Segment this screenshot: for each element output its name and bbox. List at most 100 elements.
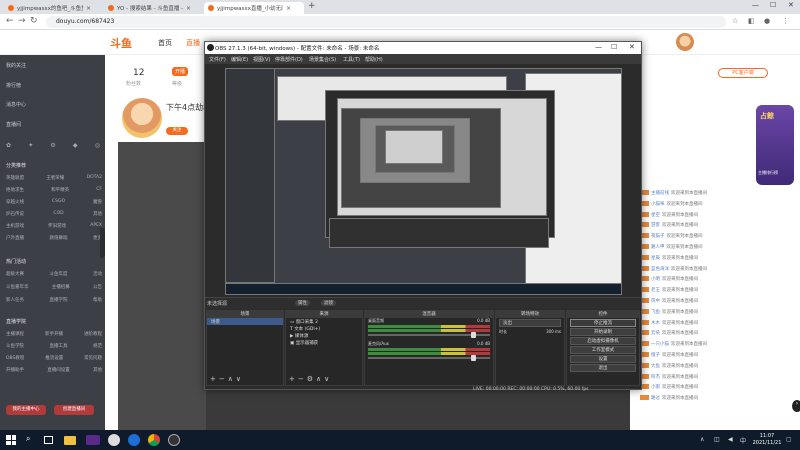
chat-username[interactable]: 老王 — [651, 288, 660, 293]
academy-link[interactable]: 直播工具 — [50, 343, 68, 349]
chat-username[interactable]: 路人甲 — [651, 245, 665, 250]
settings-gear-icon[interactable]: ⚙ — [307, 375, 316, 383]
sidebar-item[interactable]: 直播间 — [6, 121, 21, 128]
menu-file[interactable]: 文件(F) — [209, 56, 226, 63]
browser-tab[interactable]: YO - 搜索结果 - 斗鱼直播 - 提行 × — [104, 2, 200, 14]
chat-username[interactable]: 夜猫子 — [651, 234, 665, 239]
menu-edit[interactable]: 编辑(E) — [231, 56, 248, 63]
academy-link[interactable]: 斗鱼学院 — [6, 343, 24, 349]
scene-item[interactable]: 场景 — [207, 318, 283, 325]
source-item[interactable]: ▣ 显示器捕获 — [286, 339, 362, 346]
ime-icon[interactable]: 中 — [740, 436, 746, 445]
academy-link[interactable]: OBS教程 — [6, 355, 24, 361]
rank-promo-banner[interactable]: 占鲸 主播排行榜 — [756, 105, 794, 185]
chat-username[interactable]: 阿杰 — [651, 375, 660, 380]
chat-username[interactable]: 路过 — [651, 396, 660, 401]
slider-knob[interactable] — [471, 355, 476, 361]
add-icon[interactable]: + — [210, 375, 219, 383]
menu-kebab-icon[interactable]: ⋮ — [782, 17, 789, 25]
category-link[interactable]: 英雄联盟 — [6, 175, 24, 181]
back-icon[interactable]: ← — [6, 16, 14, 26]
minimize-icon[interactable]: — — [752, 1, 759, 9]
maximize-icon[interactable]: ☐ — [611, 43, 617, 51]
close-tab-icon[interactable]: × — [86, 5, 91, 12]
remove-icon[interactable]: − — [298, 375, 307, 383]
game-icon[interactable]: ◆ — [73, 142, 78, 149]
academy-link[interactable]: 开播助手 — [6, 367, 24, 373]
start-recording-button[interactable]: 开始录制 — [570, 328, 636, 336]
minimize-icon[interactable]: — — [595, 43, 602, 51]
category-link[interactable]: 穿越火线 — [6, 199, 24, 205]
gift-icon[interactable]: ✿ — [6, 142, 11, 149]
chat-username[interactable]: 星辰 — [651, 256, 660, 261]
down-icon[interactable]: ∨ — [324, 375, 332, 383]
virtual-camera-button[interactable]: 启动虚拟摄像机 — [570, 337, 636, 345]
category-link[interactable]: 和平精英 — [51, 187, 69, 193]
windows-start-icon[interactable] — [6, 435, 16, 445]
reload-icon[interactable]: ↻ — [30, 16, 38, 26]
exit-button[interactable]: 退出 — [570, 364, 636, 372]
sidebar-item[interactable]: 排行榜 — [6, 82, 21, 89]
event-link[interactable]: 新人任务 — [6, 297, 24, 303]
settings-button[interactable]: 设置 — [570, 355, 636, 363]
user-avatar[interactable] — [676, 33, 694, 51]
event-link[interactable]: 直播学院 — [50, 297, 68, 303]
academy-link[interactable]: 常见问题 — [84, 355, 102, 361]
studio-mode-button[interactable]: 工作室模式 — [570, 346, 636, 354]
category-link[interactable]: 颜值舞蹈 — [50, 235, 68, 241]
academy-link[interactable]: 主播课程 — [6, 331, 24, 337]
event-link[interactable]: 超级大赛 — [6, 271, 24, 277]
network-icon[interactable]: ◫ — [714, 436, 720, 443]
category-link[interactable]: CSGO — [52, 199, 65, 205]
profile-icon[interactable]: ● — [764, 17, 770, 25]
remove-icon[interactable]: − — [219, 375, 228, 383]
down-icon[interactable]: ∨ — [236, 375, 244, 383]
sidebar-item[interactable]: 消息中心 — [6, 101, 26, 108]
event-link[interactable]: 主播招募 — [52, 284, 70, 290]
browser-taskbar-icon[interactable] — [128, 434, 140, 446]
menu-scene-collection[interactable]: 场景集合(S) — [309, 56, 336, 63]
nav-live[interactable]: 直播 — [186, 38, 200, 48]
transition-select[interactable]: 淡出 — [499, 319, 561, 327]
chat-username[interactable]: 游客 — [651, 223, 660, 228]
chat-username[interactable]: 小明 — [651, 277, 660, 282]
source-item[interactable]: ▭ 窗口采集 2 — [286, 318, 362, 325]
chat-username[interactable]: 一只小猫 — [651, 342, 669, 347]
bike-icon[interactable]: ⚙ — [50, 142, 55, 149]
academy-link[interactable]: 规范 — [93, 343, 102, 349]
category-link[interactable]: 王者荣耀 — [46, 175, 64, 181]
event-link[interactable]: 斗鱼嘉年华 — [6, 284, 29, 290]
up-icon[interactable]: ∧ — [316, 375, 324, 383]
chat-username[interactable]: 星空 — [651, 213, 660, 218]
category-link[interactable]: 怀旧游戏 — [48, 223, 66, 229]
source-item[interactable]: ▶ 媒体源 — [286, 332, 362, 339]
academy-link[interactable]: 其他 — [93, 367, 102, 373]
sidebar-item[interactable]: 我的关注 — [6, 62, 26, 69]
event-link[interactable]: 活动 — [93, 271, 102, 277]
browser-tab-active[interactable]: yjjimpwasxx直播_小幼无间面叫 × — [204, 2, 304, 14]
volume-slider[interactable] — [368, 355, 490, 361]
chat-username[interactable]: 小猫咪 — [651, 202, 665, 207]
sidebar-collapse-handle[interactable] — [100, 228, 105, 258]
url-input[interactable]: douyu.com/687423 — [46, 16, 726, 28]
category-link[interactable]: 绝地求生 — [6, 187, 24, 193]
close-tab-icon[interactable]: × — [186, 5, 191, 12]
bookmark-star-icon[interactable]: ☆ — [732, 17, 738, 25]
file-explorer-icon[interactable] — [64, 436, 76, 445]
academy-link[interactable]: 新手开播 — [45, 331, 63, 337]
taskbar-clock[interactable]: 11:07 2021/11/21 — [752, 433, 782, 447]
streamer-avatar[interactable] — [122, 98, 162, 138]
filters-button[interactable]: 滤镜 — [321, 300, 336, 306]
chat-username[interactable]: 木木 — [651, 321, 660, 326]
category-link[interactable]: 魔兽 — [93, 199, 102, 205]
volume-slider[interactable] — [368, 332, 490, 338]
event-link[interactable]: 帮助 — [93, 297, 102, 303]
chat-username[interactable]: 大鱼 — [651, 364, 660, 369]
create-room-button[interactable]: 创建直播间 — [54, 405, 94, 415]
category-link[interactable]: 其他 — [93, 211, 102, 217]
extensions-icon[interactable]: ◧ — [748, 17, 755, 25]
chat-username[interactable]: 小雨 — [651, 385, 660, 390]
forward-icon[interactable]: → — [18, 16, 26, 26]
app-taskbar-icon[interactable] — [108, 434, 120, 446]
close-window-icon[interactable]: ✕ — [788, 1, 794, 9]
